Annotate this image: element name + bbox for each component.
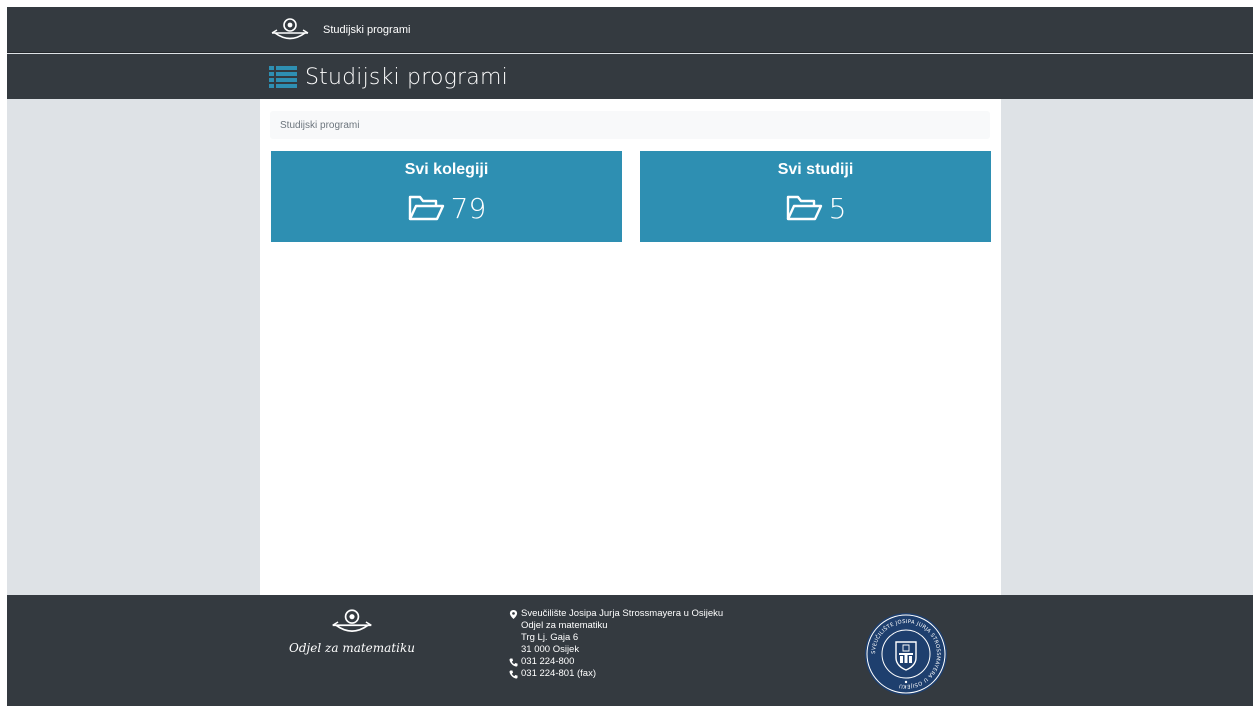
address-university: Sveučilište Josipa Jurja Strossmayera u … [521, 608, 724, 619]
phone-icon [509, 657, 518, 666]
math-department-logo-icon [271, 18, 309, 40]
card-stat: 5 [640, 189, 991, 227]
page-title: Studijski programi [269, 62, 508, 92]
folder-open-icon [408, 195, 444, 221]
breadcrumb: Studijski programi [270, 111, 990, 139]
breadcrumb-item: Studijski programi [280, 119, 360, 131]
address-phone-line: 031 224-800 [509, 656, 723, 668]
card-stat: 79 [271, 189, 622, 227]
app-frame: Studijski programi Studijski programi St… [7, 7, 1253, 706]
brand-text: Studijski programi [323, 24, 411, 36]
brand-link[interactable]: Studijski programi [269, 15, 410, 45]
card-count: 5 [828, 191, 847, 225]
all-courses-card[interactable]: Svi kolegiji 79 [271, 151, 622, 242]
footer-logo-block: Odjel za matematiku [277, 607, 427, 655]
page-header: Studijski programi [7, 54, 1253, 99]
address-phone: 031 224-800 [521, 656, 575, 667]
folder-open-icon [786, 195, 822, 221]
university-seal-icon: SVEUČILIŠTE JOSIPA JURJA STROSSMAYERA U … [865, 613, 947, 695]
all-studies-card[interactable]: Svi studiji 5 [640, 151, 991, 242]
card-title: Svi studiji [777, 161, 854, 178]
address-university-line: Sveučilište Josipa Jurja Strossmayera u … [509, 608, 723, 620]
top-navbar: Studijski programi [7, 7, 1253, 53]
footer: Odjel za matematiku Sveučilište Josipa J… [7, 595, 1253, 706]
footer-logo-text: Odjel za matematiku [289, 641, 415, 655]
card-title: Svi kolegiji [404, 161, 489, 178]
footer-address: Sveučilište Josipa Jurja Strossmayera u … [509, 608, 723, 680]
address-fax: 031 224-801 (fax) [521, 668, 596, 679]
address-city: 31 000 Osijek [521, 644, 580, 655]
address-street: Trg Lj. Gaja 6 [521, 632, 579, 643]
main-content: Studijski programi Svi kolegiji 79 Svi s… [260, 99, 1001, 595]
list-icon [269, 66, 297, 88]
page-title-text: Studijski programi [305, 64, 508, 90]
address-department: Odjel za matematiku [521, 620, 608, 631]
map-marker-icon [509, 609, 518, 619]
card-count: 79 [450, 191, 487, 225]
phone-icon [509, 669, 518, 678]
math-department-logo-icon [332, 609, 372, 632]
address-fax-line: 031 224-801 (fax) [509, 668, 723, 680]
